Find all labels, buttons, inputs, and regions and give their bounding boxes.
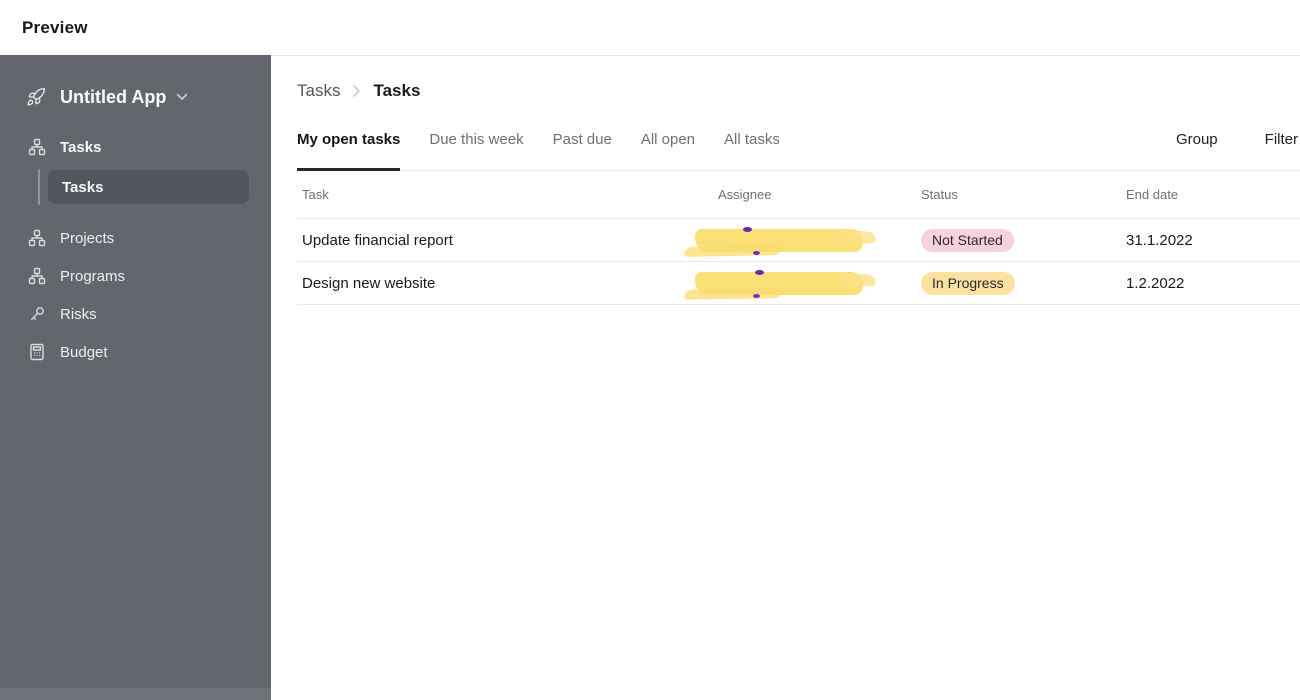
sidebar-item-label: Budget (60, 343, 108, 361)
column-header-end-date: End date (1126, 187, 1179, 202)
status-badge: In Progress (921, 271, 1015, 295)
chevron-down-icon (176, 93, 188, 101)
sidebar-item-tasks[interactable]: Tasks (0, 128, 271, 166)
avatar (753, 293, 760, 298)
avatar (753, 250, 760, 255)
sidebar-item-label: Risks (60, 305, 97, 323)
page-title: Preview (22, 17, 88, 37)
tab-past-due[interactable]: Past due (553, 108, 612, 170)
group-button[interactable]: Group (1176, 131, 1218, 148)
calculator-icon (28, 343, 46, 361)
assignee-cell (695, 226, 921, 255)
sidebar-item-label: Programs (60, 267, 126, 285)
breadcrumb: Tasks Tasks (297, 74, 1300, 108)
column-header-assignee: Assignee (718, 187, 772, 202)
tabs-bar: My open tasks Due this week Past due All… (297, 108, 1300, 171)
tab-my-open-tasks[interactable]: My open tasks (297, 108, 401, 171)
sidebar-item-label: Projects (60, 229, 115, 247)
avatar (755, 269, 764, 275)
tab-all-tasks[interactable]: All tasks (724, 108, 780, 170)
sidebar-item-label: Tasks (60, 138, 102, 156)
sidebar-item-projects[interactable]: Projects (0, 219, 271, 257)
chevron-right-icon (352, 84, 361, 98)
end-date-cell: 1.2.2022 (1126, 274, 1185, 292)
status-cell: In Progress (921, 271, 1126, 295)
app-name: Untitled App (60, 86, 167, 107)
column-header-status: Status (921, 187, 958, 202)
redaction-highlight (695, 269, 863, 298)
main-content: Tasks Tasks My open tasks Due this week … (271, 55, 1300, 700)
subtree-indent-line (38, 169, 40, 205)
tasks-table: Task Assignee Status End date Update fin… (297, 171, 1300, 305)
app-switcher[interactable]: Untitled App (0, 77, 271, 117)
breadcrumb-item-tasks[interactable]: Tasks (297, 81, 340, 101)
sidebar-subitem-tasks[interactable]: Tasks (48, 170, 249, 204)
breadcrumb-item-current: Tasks (373, 81, 421, 100)
assignee-cell (695, 269, 921, 298)
column-header-task: Task (302, 187, 329, 202)
sidebar-subitem-label: Tasks (62, 178, 104, 196)
sidebar: Untitled App Tasks Tasks Projects Progra… (0, 55, 271, 700)
avatar (743, 226, 752, 232)
sidebar-scrollbar[interactable] (0, 688, 271, 700)
sitemap-icon (28, 229, 46, 247)
sidebar-item-budget[interactable]: Budget (0, 333, 271, 371)
key-icon (28, 305, 46, 323)
status-badge: Not Started (921, 228, 1014, 252)
top-bar: Preview (0, 0, 1300, 55)
task-cell: Update financial report (302, 231, 453, 249)
rocket-icon (26, 87, 46, 107)
sidebar-nav: Tasks Tasks Projects Programs Risks Budg… (0, 128, 271, 371)
filter-button[interactable]: Filter (1265, 131, 1298, 148)
status-cell: Not Started (921, 228, 1126, 252)
table-row[interactable]: Design new website In Progress 1.2.2022 (297, 262, 1300, 305)
sidebar-item-programs[interactable]: Programs (0, 257, 271, 295)
redaction-highlight (695, 226, 863, 255)
sidebar-item-risks[interactable]: Risks (0, 295, 271, 333)
tab-all-open[interactable]: All open (641, 108, 695, 170)
end-date-cell: 31.1.2022 (1126, 231, 1193, 249)
sidebar-subtree-tasks: Tasks (0, 168, 271, 206)
table-row[interactable]: Update financial report Not Started 31.1… (297, 219, 1300, 262)
task-cell: Design new website (302, 274, 436, 292)
table-header-row: Task Assignee Status End date (297, 171, 1300, 219)
sitemap-icon (28, 138, 46, 156)
tab-due-this-week[interactable]: Due this week (429, 108, 523, 170)
sitemap-icon (28, 267, 46, 285)
